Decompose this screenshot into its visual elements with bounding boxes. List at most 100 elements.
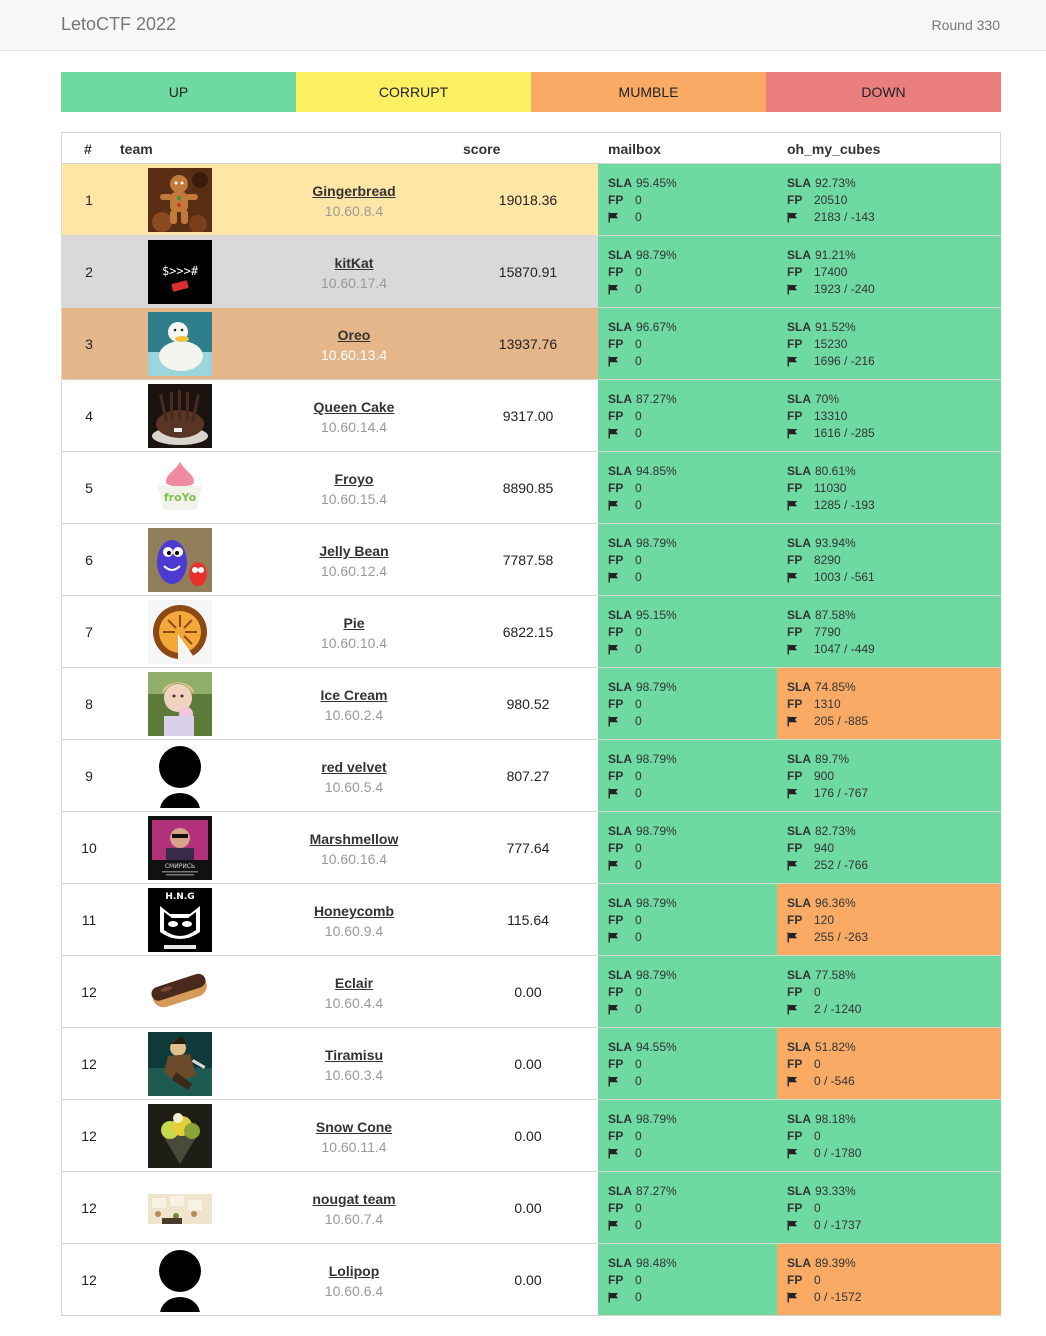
flags-value: 0 <box>635 858 642 872</box>
flags-line: 205 / -885 <box>787 713 1001 730</box>
flags-line: 0 / -1737 <box>787 1217 1001 1234</box>
fp-line: FP 11030 <box>787 480 1001 497</box>
team-score: 9317.00 <box>502 407 554 424</box>
team-name-link[interactable]: Ice Cream <box>254 687 454 703</box>
fp-line: FP 0 <box>787 1272 1001 1289</box>
sla-line: SLA 87.27% <box>608 1183 777 1200</box>
sla-label: SLA <box>608 752 632 766</box>
team-score: 115.64 <box>507 911 549 928</box>
team-rank: 10 <box>81 839 97 856</box>
mailbox-service-cell: SLA 95.45% FP 0 0 <box>598 164 777 235</box>
team-score: 13937.76 <box>498 335 558 352</box>
fp-line: FP 0 <box>608 408 777 425</box>
team-name-link[interactable]: Oreo <box>254 327 454 343</box>
sla-value: 92.73% <box>815 176 856 190</box>
top-navbar: LetoCTF 2022 Round 330 <box>0 0 1046 51</box>
fp-value: 0 <box>635 481 642 495</box>
sla-line: SLA 91.52% <box>787 319 1001 336</box>
team-name-link[interactable]: Tiramisu <box>254 1047 454 1063</box>
team-rank: 5 <box>85 479 93 496</box>
mailbox-service-cell: SLA 98.79% FP 0 0 <box>598 236 777 307</box>
team-name-link[interactable]: Lolipop <box>254 1263 454 1279</box>
mailbox-service-cell: SLA 98.79% FP 0 0 <box>598 1100 777 1171</box>
fp-label: FP <box>608 1273 624 1287</box>
flag-icon <box>787 860 814 871</box>
flag-icon <box>608 1004 635 1015</box>
team-name-link[interactable]: Snow Cone <box>254 1119 454 1135</box>
fp-value: 0 <box>635 409 642 423</box>
flag-icon <box>787 500 814 511</box>
flags-line: 0 <box>608 641 777 658</box>
flags-line: 0 <box>608 497 777 514</box>
fp-label: FP <box>608 913 624 927</box>
ctf-title[interactable]: LetoCTF 2022 <box>61 14 176 35</box>
flag-icon <box>608 644 635 655</box>
sla-label: SLA <box>787 968 811 982</box>
flags-line: 176 / -767 <box>787 785 1001 802</box>
fp-value: 0 <box>635 1129 642 1143</box>
fp-label: FP <box>787 1057 803 1071</box>
team-ip: 10.60.14.4 <box>320 419 388 435</box>
fp-label: FP <box>608 1201 624 1215</box>
sla-value: 94.85% <box>636 464 677 478</box>
sla-label: SLA <box>787 896 811 910</box>
rank-column-header: # <box>84 141 92 157</box>
team-name-link[interactable]: Pie <box>254 615 454 631</box>
fp-value: 0 <box>635 1057 642 1071</box>
sla-value: 95.15% <box>636 608 677 622</box>
team-name-link[interactable]: Queen Cake <box>254 399 454 415</box>
team-score: 0.00 <box>514 983 542 1000</box>
fp-label: FP <box>787 193 803 207</box>
fp-line: FP 0 <box>787 1200 1001 1217</box>
team-ip: 10.60.8.4 <box>324 203 384 219</box>
flag-icon <box>608 1148 635 1159</box>
team-name-link[interactable]: Eclair <box>254 975 454 991</box>
team-column-header: team <box>120 141 153 157</box>
mailbox-service-cell: SLA 98.79% FP 0 0 <box>598 668 777 739</box>
team-name-link[interactable]: Froyo <box>254 471 454 487</box>
flags-value: 0 <box>635 1218 642 1232</box>
flags-value: 0 <box>635 1290 642 1304</box>
round-counter: Round 330 <box>931 17 1000 33</box>
team-avatar: froYo <box>148 456 212 520</box>
flags-value: 0 <box>635 354 642 368</box>
team-name-link[interactable]: red velvet <box>254 759 454 775</box>
sla-label: SLA <box>787 824 811 838</box>
team-ip: 10.60.6.4 <box>324 1283 384 1299</box>
sla-line: SLA 98.48% <box>608 1255 777 1272</box>
flags-line: 2183 / -143 <box>787 209 1001 226</box>
sla-value: 98.79% <box>636 680 677 694</box>
team-avatar <box>148 1032 212 1096</box>
sla-value: 87.27% <box>636 1184 677 1198</box>
flag-icon <box>608 716 635 727</box>
mailbox-service-cell: SLA 98.79% FP 0 0 <box>598 884 777 955</box>
flag-icon <box>787 932 814 943</box>
team-row: 12 nougat team 10.60.7.4 0.00 SLA 87.27% … <box>62 1172 1001 1244</box>
flag-icon <box>608 788 635 799</box>
team-name-link[interactable]: Jelly Bean <box>254 543 454 559</box>
mailbox-service-cell: SLA 96.67% FP 0 0 <box>598 308 777 379</box>
team-identity: Oreo 10.60.13.4 <box>254 327 454 363</box>
flag-icon <box>608 1220 635 1231</box>
flag-icon <box>608 932 635 943</box>
team-name-link[interactable]: Gingerbread <box>254 183 454 199</box>
team-info: 6 Jelly Bean 10.60.12.4 7787.58 <box>62 524 598 595</box>
flag-icon <box>608 572 635 583</box>
flags-value: 0 <box>635 1002 642 1016</box>
fp-value: 0 <box>635 1273 642 1287</box>
flag-icon <box>608 284 635 295</box>
fp-line: FP 0 <box>608 1200 777 1217</box>
flags-line: 0 <box>608 929 777 946</box>
team-name-link[interactable]: nougat team <box>254 1191 454 1207</box>
flags-value: 0 <box>635 714 642 728</box>
legend-mumble: MUMBLE <box>531 72 766 112</box>
flags-value: 1616 / -285 <box>814 426 875 440</box>
team-name-link[interactable]: Marshmellow <box>254 831 454 847</box>
flag-icon <box>608 1292 635 1303</box>
team-name-link[interactable]: Honeycomb <box>254 903 454 919</box>
flag-icon <box>608 860 635 871</box>
team-score: 19018.36 <box>498 191 558 208</box>
flags-value: 1003 / -561 <box>814 570 875 584</box>
fp-label: FP <box>608 481 624 495</box>
team-name-link[interactable]: kitKat <box>254 255 454 271</box>
